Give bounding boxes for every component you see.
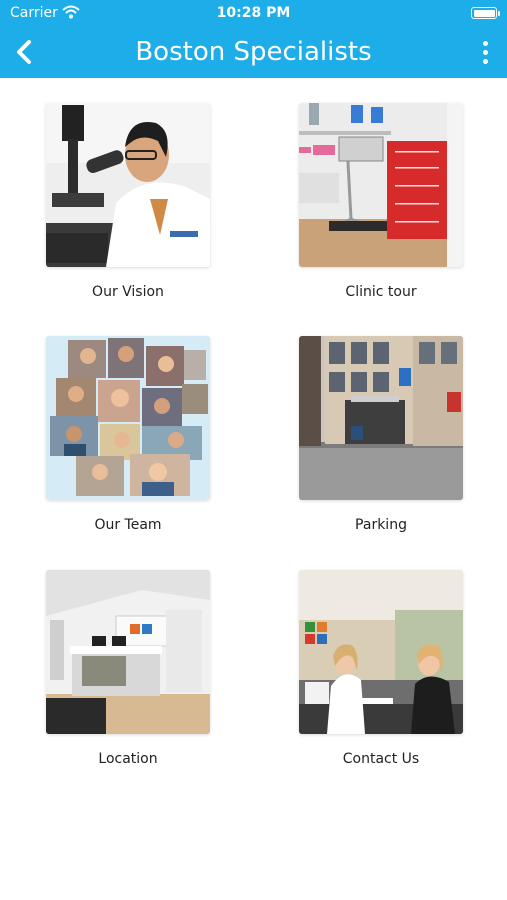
tile-clinic-tour[interactable]: Clinic tour [299, 103, 463, 300]
top-bar: Carrier 10:28 PM Boston Specialists [0, 0, 507, 78]
tile-label: Our Vision [92, 284, 164, 300]
tile-label: Clinic tour [345, 284, 417, 300]
parking-garage-photo [299, 336, 463, 500]
tile-our-vision[interactable]: Our Vision [46, 103, 210, 300]
tile-label: Parking [355, 517, 407, 533]
tile-location[interactable]: Location [46, 570, 210, 767]
tile-parking[interactable]: Parking [299, 336, 463, 533]
battery-icon [471, 7, 500, 19]
clinic-equipment-photo [299, 103, 463, 267]
doctor-microscope-photo [46, 103, 210, 267]
reception-lobby-photo [46, 570, 210, 734]
tile-contact-us[interactable]: Contact Us [299, 570, 463, 767]
more-vertical-icon [482, 40, 488, 46]
page-title: Boston Specialists [135, 37, 372, 67]
back-button[interactable] [10, 36, 38, 68]
tile-label: Our Team [94, 517, 162, 533]
chevron-left-icon [17, 40, 31, 64]
team-collage-photo [46, 336, 210, 500]
more-menu-button[interactable] [475, 37, 495, 67]
tile-our-team[interactable]: Our Team [46, 336, 210, 533]
front-desk-photo [299, 570, 463, 734]
tile-label: Location [98, 751, 158, 767]
status-time: 10:28 PM [216, 5, 291, 21]
tile-label: Contact Us [342, 751, 420, 767]
status-bar: Carrier 10:28 PM [0, 0, 507, 28]
